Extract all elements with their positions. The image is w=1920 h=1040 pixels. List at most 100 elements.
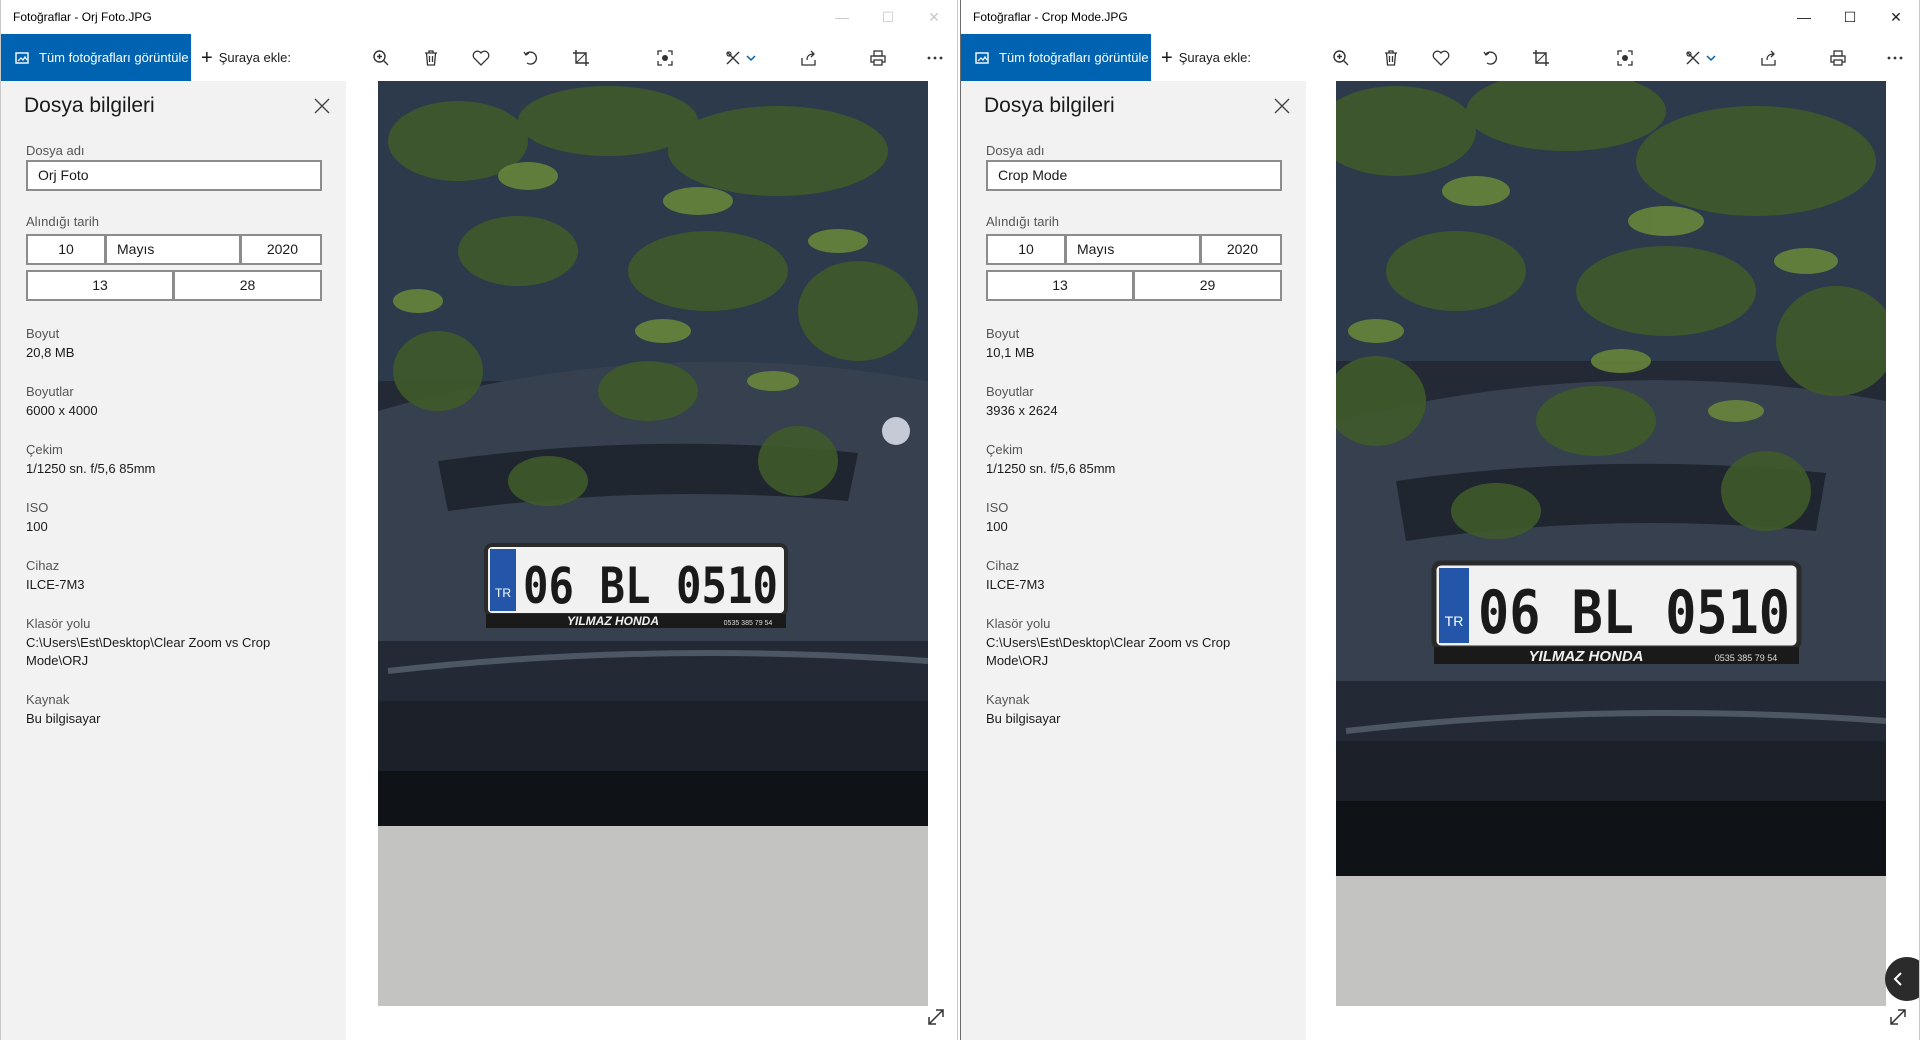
source-value: Bu bilgisayar: [26, 711, 101, 726]
panel-title: Dosya bilgileri: [24, 94, 155, 117]
expand-icon[interactable]: [1888, 1007, 1908, 1027]
dimensions-label: Boyutlar: [986, 384, 1034, 399]
print-icon[interactable]: [1824, 44, 1852, 72]
plate-number: 06 BL 0510: [1478, 578, 1790, 648]
size-label: Boyut: [26, 326, 60, 341]
dimensions-value: 3936 x 2624: [986, 403, 1058, 418]
print-icon[interactable]: [864, 44, 892, 72]
shot-value: 1/1250 sn. f/5,6 85mm: [986, 461, 1116, 476]
photos-window-left: Fotoğraflar - Orj Foto.JPG — ☐ ✕ Tüm fot…: [0, 0, 958, 1040]
more-icon[interactable]: [921, 44, 949, 72]
close-icon[interactable]: [1271, 95, 1293, 117]
time-picker: 13 28: [26, 270, 322, 301]
day-field[interactable]: 10: [26, 234, 106, 265]
share-icon[interactable]: [1755, 44, 1783, 72]
maximize-icon[interactable]: ☐: [1827, 0, 1873, 34]
device-value: ILCE-7M3: [986, 577, 1045, 592]
year-field[interactable]: 2020: [241, 234, 322, 265]
plate-phone: 0535 385 79 54: [724, 620, 773, 627]
title-bar[interactable]: Fotoğraflar - Orj Foto.JPG — ☐ ✕: [1, 0, 957, 34]
window-title: Fotoğraflar - Orj Foto.JPG: [13, 10, 152, 24]
plate-country: TR: [1445, 613, 1464, 629]
hour-field[interactable]: 13: [986, 270, 1134, 301]
window-controls: — ☐ ✕: [819, 0, 957, 34]
view-all-photos-label: Tüm fotoğrafları görüntüle: [999, 50, 1149, 65]
more-icon[interactable]: [1881, 44, 1909, 72]
size-value: 10,1 MB: [986, 345, 1035, 360]
rotate-icon[interactable]: [517, 44, 545, 72]
add-to-button[interactable]: + Şuraya ekle:: [1161, 34, 1251, 81]
zoom-icon[interactable]: [1327, 44, 1355, 72]
date-picker: 10 Mayıs 2020: [986, 234, 1282, 265]
title-bar[interactable]: Fotoğraflar - Crop Mode.JPG — ☐ ✕: [961, 0, 1919, 34]
window-title: Fotoğraflar - Crop Mode.JPG: [973, 10, 1128, 24]
shot-label: Çekim: [26, 442, 63, 457]
photo-image: TR 06 BL 0510 YILMAZ HONDA 0535 385 79 5…: [378, 81, 928, 1006]
photo-image: TR 06 BL 0510 YILMAZ HONDA 0535 385 79 5…: [1336, 81, 1886, 1006]
favorite-icon[interactable]: [467, 44, 495, 72]
expand-icon[interactable]: [926, 1007, 946, 1027]
share-icon[interactable]: [795, 44, 823, 72]
crop-icon[interactable]: [1527, 44, 1555, 72]
photos-icon: [975, 51, 989, 64]
shot-value: 1/1250 sn. f/5,6 85mm: [26, 461, 156, 476]
window-controls: — ☐ ✕: [1781, 0, 1919, 34]
file-info-panel: Dosya bilgileri Dosya adı Crop Mode Alın…: [961, 81, 1306, 1040]
minute-field[interactable]: 29: [1134, 270, 1282, 301]
close-icon[interactable]: [311, 95, 333, 117]
size-label: Boyut: [986, 326, 1020, 341]
photos-icon: [15, 51, 29, 64]
minimize-icon[interactable]: —: [819, 0, 865, 34]
device-label: Cihaz: [986, 558, 1020, 573]
chevron-down-icon[interactable]: [1701, 44, 1721, 72]
next-arrow-button[interactable]: [1885, 957, 1919, 1001]
device-label: Cihaz: [26, 558, 60, 573]
delete-icon[interactable]: [417, 44, 445, 72]
close-icon[interactable]: ✕: [911, 0, 957, 34]
day-field[interactable]: 10: [986, 234, 1066, 265]
photos-window-right: Fotoğraflar - Crop Mode.JPG — ☐ ✕ Tüm fo…: [960, 0, 1920, 1040]
dimensions-label: Boyutlar: [26, 384, 74, 399]
file-name-field[interactable]: Crop Mode: [986, 160, 1282, 191]
size-value: 20,8 MB: [26, 345, 75, 360]
month-field[interactable]: Mayıs: [106, 234, 241, 265]
zoom-icon[interactable]: [367, 44, 395, 72]
favorite-icon[interactable]: [1427, 44, 1455, 72]
file-name-label: Dosya adı: [26, 143, 85, 158]
file-name-field[interactable]: Orj Foto: [26, 160, 322, 191]
toolbar: Tüm fotoğrafları görüntüle + Şuraya ekle…: [1, 34, 957, 81]
source-label: Kaynak: [26, 692, 70, 707]
add-to-label: Şuraya ekle:: [1178, 50, 1251, 65]
minute-field[interactable]: 28: [174, 270, 322, 301]
iso-value: 100: [986, 519, 1008, 534]
plate-phone: 0535 385 79 54: [1715, 653, 1778, 663]
device-value: ILCE-7M3: [26, 577, 85, 592]
date-label: Alındığı tarih: [986, 214, 1059, 229]
maximize-icon[interactable]: ☐: [865, 0, 911, 34]
hour-field[interactable]: 13: [26, 270, 174, 301]
view-all-photos-button[interactable]: Tüm fotoğrafları görüntüle: [961, 34, 1151, 81]
file-info-panel: Dosya bilgileri Dosya adı Orj Foto Alınd…: [1, 81, 346, 1040]
plus-icon: +: [201, 46, 213, 69]
date-picker: 10 Mayıs 2020: [26, 234, 322, 265]
view-all-photos-button[interactable]: Tüm fotoğrafları görüntüle: [1, 34, 191, 81]
add-to-button[interactable]: + Şuraya ekle:: [201, 34, 291, 81]
plus-icon: +: [1161, 46, 1173, 69]
delete-icon[interactable]: [1377, 44, 1405, 72]
photo-viewer[interactable]: TR 06 BL 0510 YILMAZ HONDA 0535 385 79 5…: [1306, 81, 1919, 1040]
plate-dealer: YILMAZ HONDA: [567, 614, 659, 628]
rotate-icon[interactable]: [1477, 44, 1505, 72]
folder-label: Klasör yolu: [986, 616, 1051, 631]
enhance-icon[interactable]: [651, 44, 679, 72]
photo-viewer[interactable]: TR 06 BL 0510 YILMAZ HONDA 0535 385 79 5…: [346, 81, 957, 1040]
month-field[interactable]: Mayıs: [1066, 234, 1201, 265]
minimize-icon[interactable]: —: [1781, 0, 1827, 34]
plate-number: 06 BL 0510: [523, 557, 778, 615]
enhance-icon[interactable]: [1611, 44, 1639, 72]
chevron-down-icon[interactable]: [741, 44, 761, 72]
year-field[interactable]: 2020: [1201, 234, 1282, 265]
iso-label: ISO: [26, 500, 49, 515]
close-icon[interactable]: ✕: [1873, 0, 1919, 34]
crop-icon[interactable]: [567, 44, 595, 72]
date-label: Alındığı tarih: [26, 214, 99, 229]
